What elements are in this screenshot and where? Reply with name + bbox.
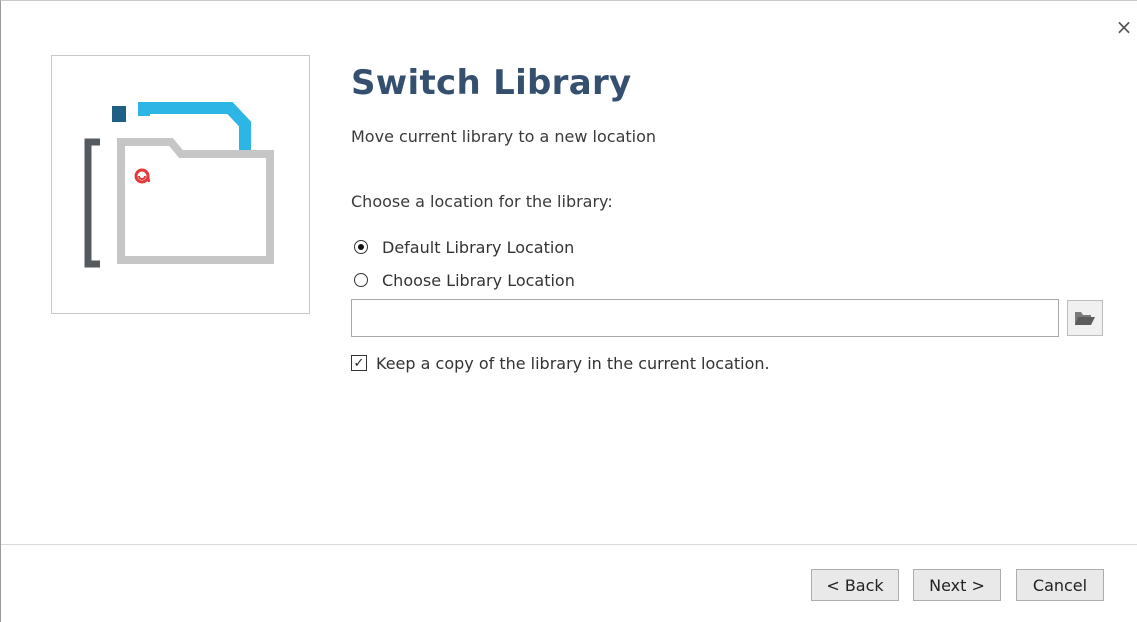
location-prompt-label: Choose a location for the library: [351,192,613,211]
keep-copy-option[interactable]: ✓ Keep a copy of the library in the curr… [351,352,770,374]
back-button[interactable]: < Back [811,569,899,601]
folder-open-icon [1075,312,1095,325]
next-button[interactable]: Next > [913,569,1001,601]
switch-library-dialog: × Switch Library Move current library to… [0,0,1137,622]
radio-choose-indicator[interactable] [354,273,368,287]
radio-choose-location[interactable]: Choose Library Location [354,269,575,291]
keep-copy-label: Keep a copy of the library in the curren… [376,353,770,373]
library-illustration [51,55,310,314]
radio-default-indicator[interactable] [354,240,368,254]
browse-folder-button[interactable] [1067,300,1103,336]
library-folder-icon [84,102,274,268]
page-subtitle: Move current library to a new location [351,127,657,146]
library-path-input[interactable] [351,299,1059,337]
radio-choose-label: Choose Library Location [382,270,575,290]
keep-copy-checkbox[interactable]: ✓ [351,355,367,371]
cancel-button[interactable]: Cancel [1016,569,1104,601]
footer-divider [1,544,1137,545]
radio-default-label: Default Library Location [382,237,575,257]
radio-default-location[interactable]: Default Library Location [354,236,574,258]
close-icon[interactable]: × [1113,15,1135,39]
page-title: Switch Library [351,63,632,103]
